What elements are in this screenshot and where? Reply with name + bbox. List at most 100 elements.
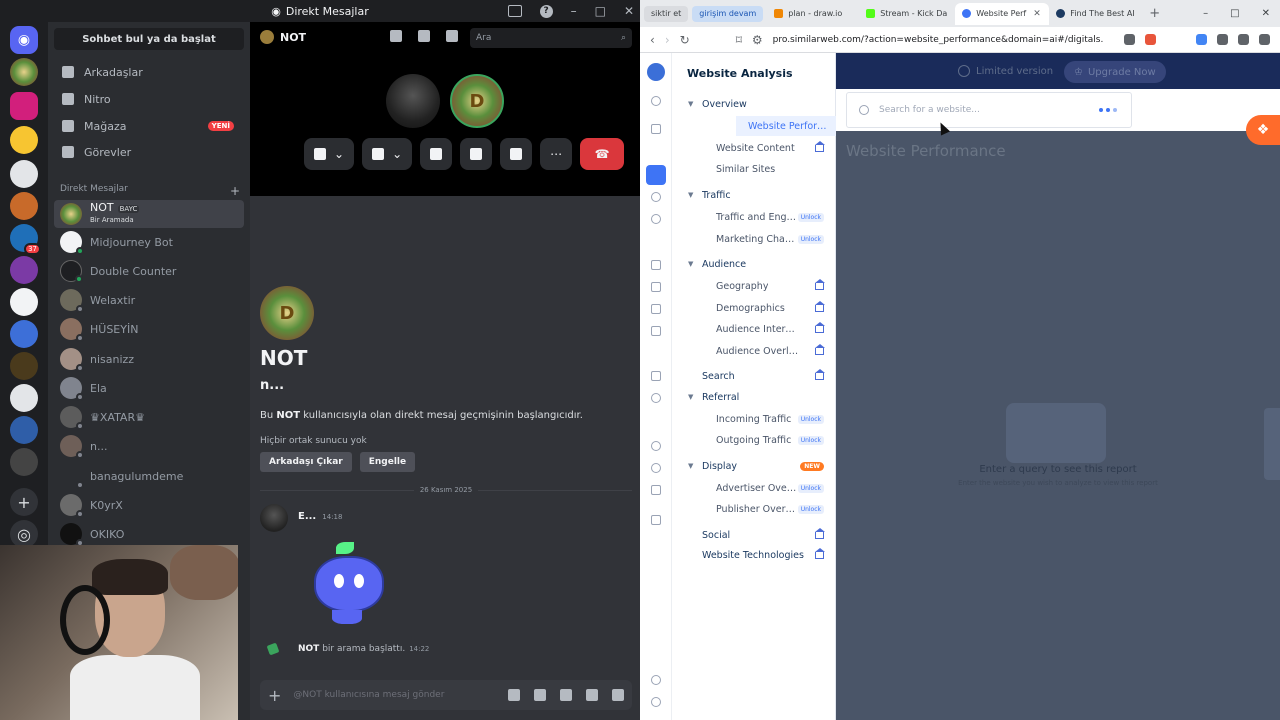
maximize-button[interactable]: □	[1230, 8, 1239, 19]
participant-avatar[interactable]	[386, 74, 440, 128]
chat-header-name[interactable]: NOT	[280, 31, 306, 44]
help-icon[interactable]: ?	[539, 4, 553, 18]
nav-marketing-channels[interactable]: Marketing Channe...Unlock	[672, 229, 836, 249]
nav-nitro[interactable]: Nitro	[54, 88, 244, 110]
more-options-button[interactable]: ⋯	[540, 138, 573, 170]
wumpus-sticker[interactable]	[306, 542, 390, 626]
dm-item[interactable]: Midjourney Bot	[54, 228, 244, 256]
dm-item[interactable]: ♛XATAR♛	[54, 403, 244, 431]
block-button[interactable]: Engelle	[359, 452, 416, 472]
research-icon[interactable]	[651, 441, 661, 451]
tab-kick[interactable]: Stream - Kick Da	[859, 3, 955, 25]
settings-icon[interactable]	[651, 697, 661, 707]
nav-outgoing-traffic[interactable]: Outgoing Traffic Unlock	[672, 430, 836, 450]
dm-item[interactable]: K0yrX	[54, 491, 244, 519]
camera-button[interactable]: ⌄	[362, 138, 413, 170]
tab-group-siktir-et[interactable]: siktir et	[644, 5, 689, 22]
nav-publisher-overview[interactable]: Publisher OverviewUnlock	[672, 499, 836, 519]
report-icon[interactable]	[651, 326, 661, 336]
search-icon[interactable]	[651, 96, 661, 106]
hang-up-button[interactable]: ☎	[580, 138, 625, 170]
participant-avatar[interactable]: D	[450, 74, 504, 128]
dm-item[interactable]: n...	[54, 432, 244, 460]
maximize-button[interactable]: □	[595, 4, 606, 18]
globe-icon[interactable]	[651, 192, 661, 202]
add-server-button[interactable]: +	[10, 488, 38, 516]
message-author[interactable]: E...	[298, 511, 316, 522]
upgrade-now-button[interactable]: ♔ Upgrade Now	[1064, 61, 1166, 83]
nav-traffic[interactable]: ▼ Traffic	[672, 185, 836, 205]
nav-overview[interactable]: ▼ Overview	[672, 94, 836, 114]
profile-icon[interactable]	[446, 30, 458, 42]
server-icon[interactable]	[10, 320, 38, 348]
server-icon[interactable]	[10, 448, 38, 476]
dm-item[interactable]: Welaxtir	[54, 286, 244, 314]
dm-item[interactable]: banagulumdeme	[54, 462, 244, 490]
funnel-icon[interactable]	[651, 485, 661, 495]
zoom-icon[interactable]	[651, 463, 661, 473]
apps-icon[interactable]	[651, 124, 661, 134]
server-icon[interactable]	[10, 160, 38, 188]
server-icon[interactable]	[10, 126, 38, 154]
nav-shop[interactable]: Mağaza YENİ	[54, 115, 244, 137]
tab-similarweb[interactable]: Website Perf ✕	[955, 2, 1050, 25]
translate-icon[interactable]	[1196, 34, 1207, 45]
soundboard-button[interactable]	[500, 138, 533, 170]
nav-demographics[interactable]: Demographics	[672, 298, 836, 318]
close-button[interactable]: ✕	[624, 4, 634, 18]
server-icon[interactable]	[10, 352, 38, 380]
server-icon[interactable]	[10, 58, 38, 86]
nav-advertiser-overview[interactable]: Advertiser Overvi...Unlock	[672, 478, 836, 498]
target-icon[interactable]	[651, 393, 661, 403]
keyword-icon[interactable]	[651, 282, 661, 292]
close-button[interactable]: ✕	[1262, 8, 1270, 19]
dm-item[interactable]: Double Counter	[54, 257, 244, 285]
find-conversation-button[interactable]: Sohbet bul ya da başlat	[54, 28, 244, 50]
site-info-icon[interactable]: ⚙	[752, 33, 763, 47]
extensions-icon[interactable]	[1217, 34, 1228, 45]
nav-website-technologies[interactable]: Website Technologies	[672, 545, 836, 565]
forward-icon[interactable]: ›	[665, 33, 670, 47]
call-user[interactable]: NOT	[298, 644, 319, 654]
share-icon[interactable]	[1124, 34, 1135, 45]
minimize-button[interactable]: –	[1203, 8, 1208, 19]
sparkle-icon[interactable]	[651, 371, 661, 381]
nav-similar-sites[interactable]: Similar Sites	[672, 159, 836, 179]
gift-icon[interactable]	[508, 689, 520, 701]
chat-search-input[interactable]: Ara ⌕	[470, 28, 632, 48]
tab-drawio[interactable]: plan - draw.io	[767, 3, 859, 25]
nav-audience-interests[interactable]: Audience Interests	[672, 319, 836, 339]
message-composer[interactable]: + @NOT kullanıcısına mesaj gönder	[260, 680, 632, 710]
screen-share-button[interactable]	[420, 138, 453, 170]
gif-icon[interactable]	[534, 689, 546, 701]
nav-audience-overlap[interactable]: Audience Overlap	[672, 341, 836, 361]
inbox-icon[interactable]	[507, 5, 522, 17]
add-friends-icon[interactable]	[418, 30, 430, 42]
gift-icon[interactable]: ❖	[1246, 115, 1280, 145]
discover-button[interactable]: ◎	[10, 520, 38, 548]
nav-geography[interactable]: Geography	[672, 276, 836, 296]
sidebar-icon[interactable]	[1238, 34, 1249, 45]
bookmark-icon[interactable]: ⌑	[736, 33, 742, 47]
emoji-icon[interactable]	[586, 689, 598, 701]
clock-icon[interactable]	[651, 214, 661, 224]
website-analysis-icon[interactable]	[646, 165, 666, 185]
link-icon[interactable]	[651, 304, 661, 314]
dm-item[interactable]: Ela	[54, 374, 244, 402]
brave-shield-icon[interactable]	[1145, 34, 1156, 45]
nav-display[interactable]: ▼ Display NEW	[672, 456, 836, 476]
tab-group-girisim-devam[interactable]: girişim devam	[692, 5, 764, 22]
nav-referral[interactable]: ▼ Referral	[672, 387, 836, 407]
similarweb-logo-icon[interactable]	[647, 63, 665, 81]
dm-item[interactable]: nisanizz	[54, 345, 244, 373]
dm-item[interactable]: OKIKO	[54, 520, 244, 548]
menu-icon[interactable]	[1259, 34, 1270, 45]
close-tab-icon[interactable]: ✕	[1033, 9, 1041, 19]
server-icon[interactable]	[10, 288, 38, 316]
nav-incoming-traffic[interactable]: Incoming Traffic Unlock	[672, 409, 836, 429]
new-tab-button[interactable]: +	[1149, 6, 1160, 21]
chevron-down-icon[interactable]: ⌄	[392, 147, 402, 161]
attach-icon[interactable]: +	[268, 686, 281, 705]
nav-traffic-engagement[interactable]: Traffic and Engag...Unlock	[672, 207, 836, 227]
sticker-icon[interactable]	[560, 689, 572, 701]
